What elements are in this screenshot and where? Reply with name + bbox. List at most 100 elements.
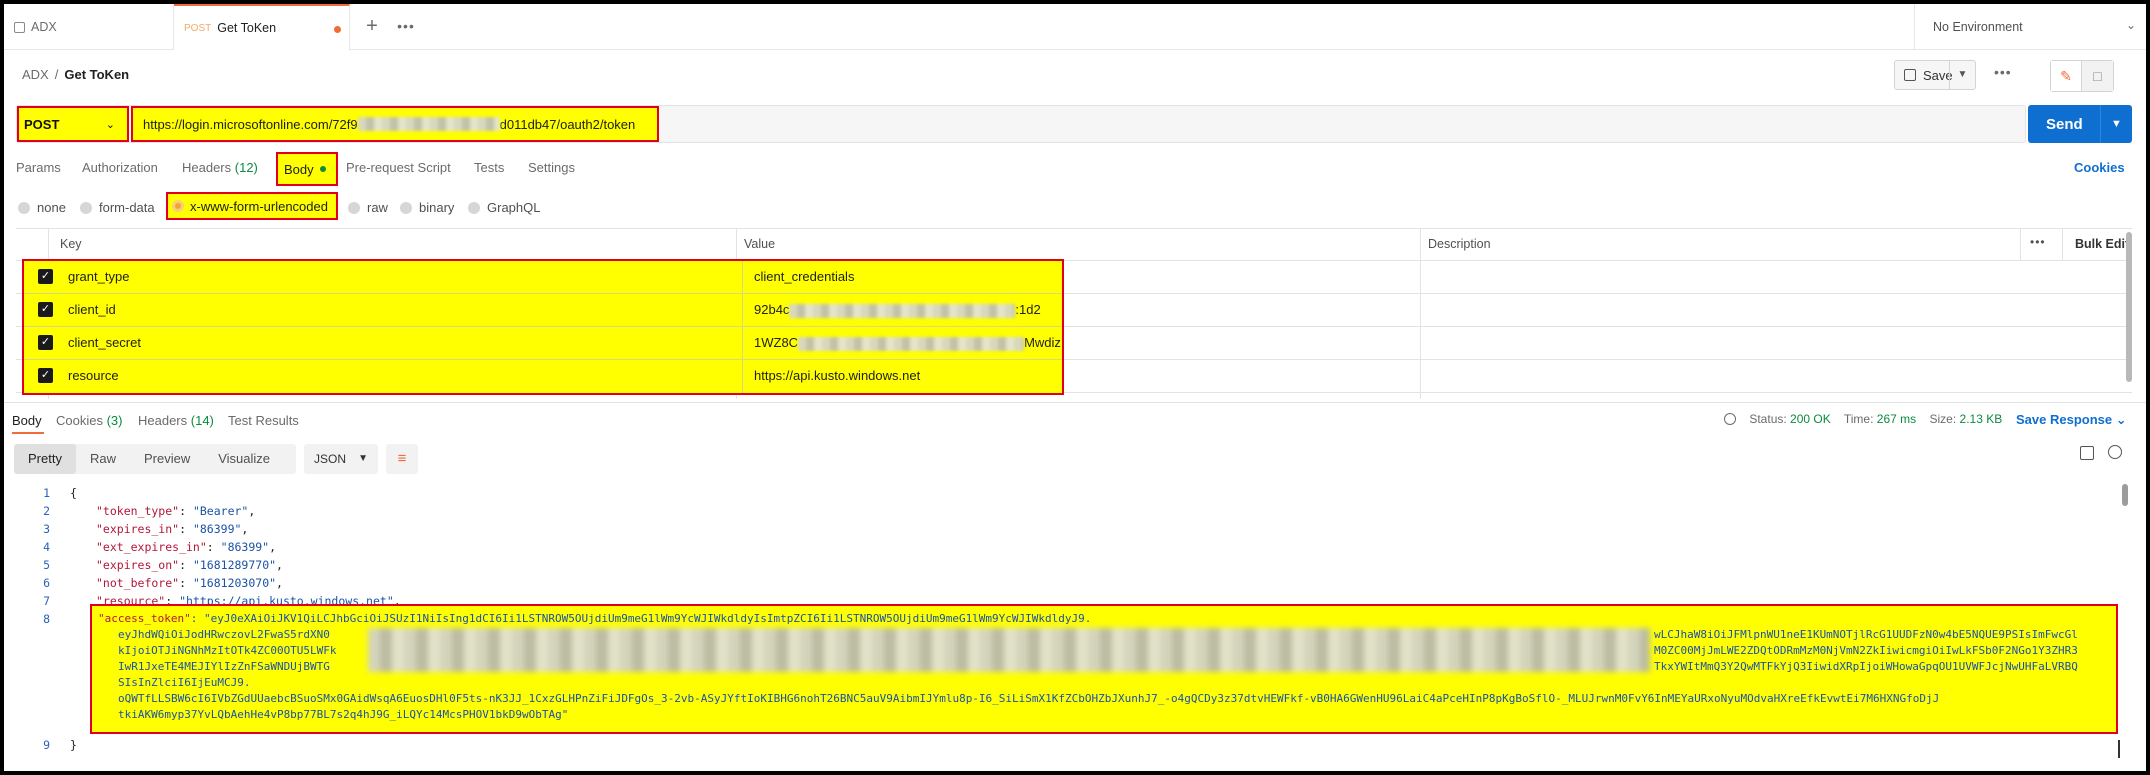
tabs-more-button[interactable]: •••: [392, 13, 420, 41]
code-brace: }: [70, 738, 77, 752]
param-value-suffix: :1d2: [1015, 302, 1041, 317]
row-checkbox[interactable]: ✓: [38, 335, 53, 350]
param-value[interactable]: 1WZ8C Mwdiz: [754, 335, 1061, 351]
params-scrollbar[interactable]: [2126, 232, 2132, 382]
row-checkbox[interactable]: ✓: [38, 269, 53, 284]
breadcrumb-separator: /: [54, 67, 59, 82]
view-pretty[interactable]: Pretty: [14, 444, 76, 474]
param-value-prefix: https://api.kusto.windows.net: [754, 368, 921, 383]
text-cursor: [2118, 740, 2120, 758]
radio-binary[interactable]: binary: [400, 200, 454, 215]
param-key[interactable]: client_id: [68, 302, 116, 317]
radio-circle-icon: [80, 201, 92, 214]
response-cookies-label: Cookies: [56, 413, 103, 428]
row-checkbox[interactable]: ✓: [38, 368, 53, 383]
line-number: 8: [43, 612, 50, 626]
tab-params[interactable]: Params: [16, 160, 61, 175]
response-tab-headers[interactable]: Headers (14): [138, 413, 214, 428]
method-select[interactable]: POST ⌄: [17, 106, 129, 142]
tab-authorization[interactable]: Authorization: [82, 160, 158, 175]
comments-icon[interactable]: □: [2082, 61, 2113, 91]
radio-urlencoded[interactable]: x-www-form-urlencoded: [166, 192, 338, 220]
redacted-blur: [798, 336, 1025, 351]
radio-circle-icon: [468, 201, 480, 214]
environment-selector[interactable]: No Environment ⌄: [1914, 4, 2146, 50]
tab-get-token-label: Get ToKen: [217, 21, 277, 35]
tab-get-token[interactable]: POST Get ToKen: [174, 4, 350, 50]
json-key: "access_token": [98, 612, 191, 625]
response-status: Status: 200 OK Time: 267 ms Size: 2.13 K…: [1724, 412, 2002, 426]
tab-prerequest[interactable]: Pre-request Script: [346, 160, 451, 175]
access-token-highlight: "access_token": "eyJ0eXAiOiJKV1QiLCJhbGc…: [90, 604, 2118, 734]
column-value: Value: [744, 237, 776, 251]
radio-none[interactable]: none: [18, 200, 66, 215]
tab-body[interactable]: Body: [276, 152, 338, 186]
edit-pencil-icon[interactable]: ✎: [2051, 61, 2083, 91]
request-more-button[interactable]: •••: [1994, 64, 2012, 80]
save-button[interactable]: Save ▼: [1894, 60, 1976, 90]
column-key: Key: [60, 237, 82, 251]
save-response-button[interactable]: Save Response ⌄: [2016, 412, 2127, 428]
time-value: 267 ms: [1876, 412, 1917, 426]
tab-headers[interactable]: Headers (12): [182, 160, 258, 175]
json-key: "ext_expires_in": [96, 540, 207, 554]
format-select[interactable]: JSON ▼: [304, 444, 378, 474]
tab-tests[interactable]: Tests: [474, 160, 504, 175]
radio-selected-icon: [172, 200, 184, 212]
radio-circle-icon: [18, 201, 30, 214]
param-value[interactable]: 92b4c:1d2: [754, 302, 1041, 318]
tab-settings[interactable]: Settings: [528, 160, 575, 175]
view-preview[interactable]: Preview: [130, 444, 204, 474]
view-raw[interactable]: Raw: [76, 444, 130, 474]
view-visualize[interactable]: Visualize: [204, 444, 284, 474]
radio-binary-label: binary: [419, 200, 455, 215]
body-type-options: none form-data raw binary GraphQL: [4, 192, 1004, 222]
request-header: ADX / Get ToKen Save ▼ ••• ✎ □: [4, 50, 2146, 100]
wrap-lines-icon[interactable]: ≡: [386, 444, 418, 474]
line-number: 9: [43, 738, 50, 752]
copy-icon[interactable]: [2080, 446, 2094, 460]
json-value: "1681289770": [192, 558, 277, 572]
code-scrollbar[interactable]: [2122, 484, 2128, 506]
column-description: Description: [1428, 237, 1491, 251]
tab-body-label: Body: [284, 161, 314, 177]
view-mode-segment: Pretty Raw Preview Visualize: [14, 444, 296, 474]
response-view-toolbar: Pretty Raw Preview Visualize JSON ▼ ≡: [4, 438, 2146, 478]
search-icon[interactable]: [2108, 445, 2122, 459]
radio-graphql[interactable]: GraphQL: [468, 200, 540, 215]
param-key[interactable]: client_secret: [68, 335, 141, 350]
size-value: 2.13 KB: [1959, 412, 2003, 426]
send-button[interactable]: Send ▼: [2028, 105, 2132, 143]
columns-more-button[interactable]: •••: [2030, 235, 2046, 249]
param-value[interactable]: https://api.kusto.windows.net: [754, 368, 920, 383]
tab-adx[interactable]: ADX: [4, 4, 174, 50]
param-key[interactable]: resource: [68, 368, 119, 383]
token-segment: "eyJ0eXAiOiJKV1QiLCJhbGciOiJSUzI1NiIsIng…: [203, 612, 1092, 625]
token-segment: tkiAKW6myp37YvLQbAehHe4vP8bp77BL7s2q4hJ9…: [118, 708, 569, 721]
globe-icon[interactable]: [1724, 413, 1736, 425]
param-value[interactable]: client_credentials: [754, 269, 854, 284]
token-segment: TkxYWItMmQ3Y2QwMTFkYjQ3IiwidXRpIjoiWHowa…: [1654, 660, 2078, 673]
response-body[interactable]: 1 2 3 4 5 6 7 8 9 { "token_type": "Beare…: [4, 480, 2146, 770]
bulk-edit-button[interactable]: Bulk Edit: [2062, 229, 2132, 261]
save-dropdown-chevron-icon[interactable]: ▼: [1949, 61, 1975, 89]
radio-circle-icon: [400, 201, 412, 214]
param-key[interactable]: grant_type: [68, 269, 129, 284]
breadcrumb-collection[interactable]: ADX: [22, 67, 49, 82]
response-tab-cookies[interactable]: Cookies (3): [56, 413, 122, 428]
response-tab-body[interactable]: Body: [12, 413, 42, 428]
line-number: 4: [43, 540, 50, 554]
radio-form-data[interactable]: form-data: [80, 200, 155, 215]
format-value: JSON: [314, 452, 347, 466]
param-value-prefix: client_credentials: [754, 269, 855, 284]
send-dropdown-chevron-icon[interactable]: ▼: [2100, 105, 2132, 143]
send-label: Send: [2046, 115, 2083, 133]
breadcrumb-current[interactable]: Get ToKen: [64, 67, 129, 82]
row-checkbox[interactable]: ✓: [38, 302, 53, 317]
json-key: "not_before": [96, 576, 180, 590]
response-tab-test-results[interactable]: Test Results: [228, 413, 299, 428]
new-tab-button[interactable]: +: [358, 13, 386, 41]
cookies-link[interactable]: Cookies: [2074, 160, 2125, 175]
radio-raw[interactable]: raw: [348, 200, 388, 215]
url-input[interactable]: https://login.microsoftonline.com/72f9 d0…: [131, 106, 659, 142]
